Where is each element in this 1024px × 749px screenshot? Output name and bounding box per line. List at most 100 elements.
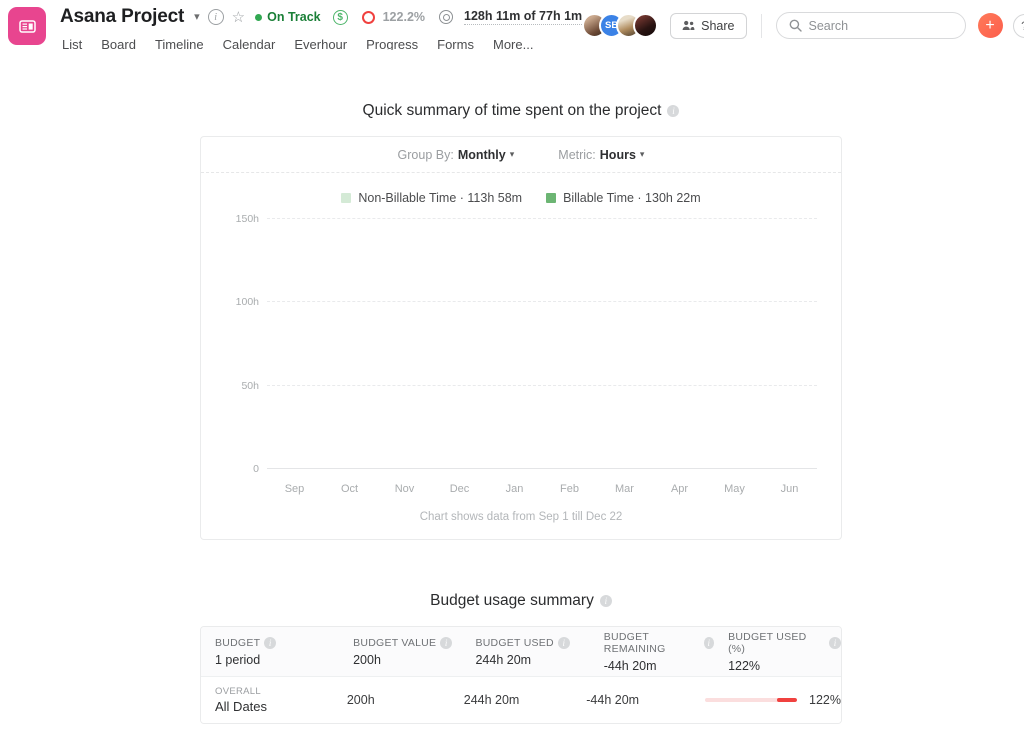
page-title: Asana Project (60, 6, 184, 28)
status-label: On Track (267, 10, 321, 24)
group-by-label: Group By: (398, 148, 454, 162)
y-axis-tick-label: 0 (253, 463, 267, 475)
progress-bar (705, 698, 797, 702)
status-dot-icon (255, 14, 262, 21)
summary-title: Quick summary of time spent on the proje… (18, 102, 1024, 120)
info-icon[interactable]: i (558, 637, 570, 649)
bar-column[interactable] (542, 219, 597, 469)
row-overline: OVERALL (215, 686, 333, 697)
bar-column[interactable] (597, 219, 652, 469)
column-header: BUDGET REMAINING (604, 631, 700, 655)
dollar-icon[interactable]: $ (333, 10, 348, 25)
column-header: BUDGET USED (475, 637, 553, 649)
budget-title-text: Budget usage summary (430, 592, 594, 610)
legend-item-billable[interactable]: Billable Time · 130h 22m (546, 191, 701, 205)
column-header: BUDGET USED (%) (728, 631, 825, 655)
table-cell-budget-value: 200h (333, 693, 450, 707)
x-axis-tick-label: Apr (652, 483, 707, 495)
column-subvalue: 244h 20m (475, 653, 589, 667)
legend-swatch (546, 193, 556, 203)
x-axis-tick-label: Jan (487, 483, 542, 495)
x-axis-tick-label: May (707, 483, 762, 495)
column-header: BUDGET VALUE (353, 637, 436, 649)
chevron-down-icon[interactable]: ▾ (194, 12, 200, 23)
info-icon[interactable]: i (829, 637, 841, 649)
search-input[interactable]: Search (776, 12, 966, 39)
y-axis-tick-label: 150h (236, 213, 267, 225)
x-axis-tick-label: Oct (322, 483, 377, 495)
x-axis-tick-label: Nov (377, 483, 432, 495)
help-button[interactable]: ? (1013, 14, 1024, 38)
chart-x-axis: SepOctNovDecJanFebMarAprMayJun (267, 483, 817, 495)
x-axis-tick-label: Jun (762, 483, 817, 495)
table-header-cell: BUDGET i 1 period (201, 637, 339, 667)
metric-dropdown[interactable]: Metric: Hours ▾ (558, 148, 644, 162)
info-icon[interactable]: i (667, 105, 679, 117)
table-row[interactable]: OVERALL All Dates 200h 244h 20m -44h 20m… (201, 677, 841, 723)
bar-column[interactable] (487, 219, 542, 469)
chart-plot-area: 050h100h150h (267, 219, 817, 469)
table-cell-budget-percent: 122% (691, 693, 841, 707)
bar-column[interactable] (432, 219, 487, 469)
metric-value: Hours (600, 148, 636, 162)
member-avatars: SB (582, 13, 658, 38)
project-icon[interactable] (8, 7, 46, 45)
share-button[interactable]: Share (670, 13, 746, 39)
group-by-dropdown[interactable]: Group By: Monthly ▾ (398, 148, 515, 162)
legend-item-non-billable[interactable]: Non-Billable Time · 113h 58m (341, 191, 522, 205)
column-subvalue: 122% (728, 659, 841, 673)
people-icon (682, 20, 695, 31)
info-icon[interactable]: i (704, 637, 714, 649)
bar-column[interactable] (707, 219, 762, 469)
bar-chart: 0 50h 100h 150h SepOctNovDecJanFebMarAprMay… (201, 209, 841, 509)
avatar[interactable] (633, 13, 658, 38)
budget-used-percent: 122% (809, 693, 841, 707)
budget-title: Budget usage summary i (18, 592, 1024, 610)
column-header: BUDGET (215, 637, 260, 649)
time-tracked[interactable]: 128h 11m of 77h 1m (464, 9, 582, 25)
bar-column[interactable] (322, 219, 377, 469)
x-axis-tick-label: Feb (542, 483, 597, 495)
bar-column[interactable] (267, 219, 322, 469)
search-icon (789, 19, 802, 32)
gridline: 100h (267, 301, 817, 302)
column-subvalue: 200h (353, 653, 461, 667)
info-icon[interactable]: i (440, 637, 452, 649)
info-icon[interactable]: i (600, 595, 612, 607)
time-summary-card: Group By: Monthly ▾ Metric: Hours ▾ Non-… (200, 136, 842, 540)
gridline: 150h (267, 218, 817, 219)
bar-column[interactable] (377, 219, 432, 469)
info-icon[interactable]: i (208, 9, 224, 25)
create-button[interactable]: + (978, 13, 1003, 38)
legend-label: Non-Billable Time · 113h 58m (358, 191, 522, 205)
bar-column[interactable] (652, 219, 707, 469)
time-target-icon (439, 10, 453, 24)
chevron-down-icon: ▾ (640, 149, 645, 160)
chart-bars (267, 219, 817, 469)
x-axis-tick-label: Mar (597, 483, 652, 495)
chart-footer: Chart shows data from Sep 1 till Dec 22 (201, 509, 841, 539)
table-header-cell: BUDGET REMAINING i -44h 20m (590, 631, 714, 673)
info-icon[interactable]: i (264, 637, 276, 649)
status-badge[interactable]: On Track (255, 10, 321, 24)
table-header-cell: BUDGET USED i 244h 20m (461, 637, 589, 667)
x-axis-tick-label: Dec (432, 483, 487, 495)
star-icon[interactable]: ☆ (232, 10, 245, 25)
column-subvalue: 1 period (215, 653, 339, 667)
chart-controls: Group By: Monthly ▾ Metric: Hours ▾ (201, 137, 841, 173)
board-icon (18, 17, 37, 36)
toolbar-divider (761, 14, 762, 38)
top-bar: Asana Project ▾ i ☆ On Track $ 122.2% 12… (0, 0, 1024, 50)
budget-percent: 122.2% (383, 10, 425, 24)
legend-label: Billable Time · 130h 22m (563, 191, 701, 205)
table-header-cell: BUDGET USED (%) i 122% (714, 631, 841, 673)
column-subvalue: -44h 20m (604, 659, 714, 673)
group-by-value: Monthly (458, 148, 506, 162)
progress-bar-fill (777, 698, 797, 702)
y-axis-tick-label: 50h (241, 380, 267, 392)
table-cell-budget-remaining: -44h 20m (572, 693, 691, 707)
summary-title-text: Quick summary of time spent on the proje… (363, 102, 662, 120)
metric-label: Metric: (558, 148, 596, 162)
bar-column[interactable] (762, 219, 817, 469)
y-axis-tick-label: 100h (236, 296, 267, 308)
